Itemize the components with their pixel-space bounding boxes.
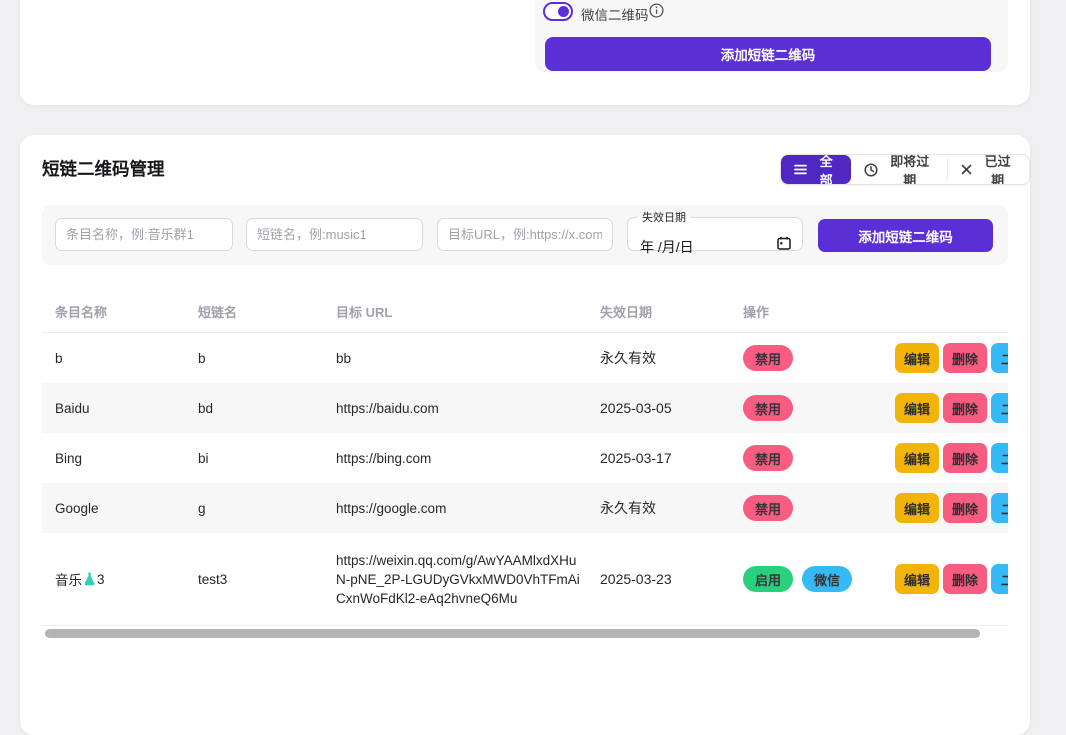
table-row: Bing bi https://bing.com 2025-03-17 禁用 编… [42,433,1008,483]
x-icon [961,164,972,175]
wechat-qrcode-toggle-label: 微信二维码 [581,4,649,24]
edit-button[interactable]: 编辑 [895,564,939,594]
status-disabled-badge[interactable]: 禁用 [743,395,793,421]
delete-button[interactable]: 删除 [943,443,987,473]
expiry-filter-group: 全部 即将过期 已过期 [780,154,1030,185]
qrcode-button[interactable]: 二维码 [991,443,1008,473]
shortlink-table: 条目名称 短链名 目标 URL 失效日期 操作 b b bb 永久有效 禁用 编… [42,290,1008,630]
table-row: 音乐 3 test3 https://weixin.qq.com/g/AwYAA… [42,533,1008,626]
target-url: bb [336,349,600,368]
shortlink-name: test3 [198,572,336,587]
target-url: https://bing.com [336,449,600,468]
shortlink-name: b [198,351,336,366]
filter-upcoming-button[interactable]: 即将过期 [851,155,947,184]
entry-name-input[interactable] [55,218,233,251]
expire-date: 永久有效 [600,498,743,518]
shortlink-name: bd [198,401,336,416]
page-title: 短链二维码管理 [42,156,165,181]
info-icon[interactable] [649,3,664,18]
shortlink-name-input[interactable] [246,218,423,251]
toggle-knob [558,6,569,17]
col-header-expire: 失效日期 [600,302,743,321]
col-header-url: 目标 URL [336,302,600,321]
list-icon [794,164,807,175]
status-enabled-badge[interactable]: 启用 [743,566,793,592]
expiry-date-label: 失效日期 [638,209,690,225]
entry-name: Baidu [55,401,198,416]
wechat-qrcode-card: 微信二维码 添加短链二维码 [20,0,1030,105]
status-disabled-badge[interactable]: 禁用 [743,345,793,371]
entry-name: Bing [55,451,198,466]
expire-date: 2025-03-23 [600,571,743,587]
status-disabled-badge[interactable]: 禁用 [743,445,793,471]
status-disabled-badge[interactable]: 禁用 [743,495,793,521]
expire-date: 2025-03-17 [600,450,743,466]
horizontal-scrollbar[interactable] [45,629,980,638]
add-shortlink-qrcode-button[interactable]: 添加短链二维码 [545,37,991,71]
table-header-row: 条目名称 短链名 目标 URL 失效日期 操作 [42,290,1008,333]
flask-icon [83,572,96,586]
delete-button[interactable]: 删除 [943,564,987,594]
edit-button[interactable]: 编辑 [895,343,939,373]
qrcode-button[interactable]: 二维码 [991,393,1008,423]
filter-upcoming-label: 即将过期 [885,154,934,185]
edit-button[interactable]: 编辑 [895,393,939,423]
delete-button[interactable]: 删除 [943,493,987,523]
target-url: https://google.com [336,499,600,518]
edit-button[interactable]: 编辑 [895,443,939,473]
expire-date: 2025-03-05 [600,400,743,416]
delete-button[interactable]: 删除 [943,343,987,373]
table-row: Baidu bd https://baidu.com 2025-03-05 禁用… [42,383,1008,433]
expiry-date-input[interactable]: 失效日期 年 /月/日 [627,209,803,251]
col-header-name: 条目名称 [55,302,198,321]
expire-date: 永久有效 [600,348,743,368]
delete-button[interactable]: 删除 [943,393,987,423]
add-shortlink-qrcode-button-2[interactable]: 添加短链二维码 [818,219,993,252]
target-url: https://baidu.com [336,399,600,418]
target-url-input[interactable] [437,218,613,251]
wechat-tag-badge: 微信 [802,566,852,592]
edit-button[interactable]: 编辑 [895,493,939,523]
table-row: Google g https://google.com 永久有效 禁用 编辑 删… [42,483,1008,533]
filter-expired-button[interactable]: 已过期 [948,155,1029,184]
entry-name: b [55,351,198,366]
filter-all-label: 全部 [814,154,838,185]
entry-name-text: 音乐 [55,569,82,589]
col-header-slug: 短链名 [198,302,336,321]
shortlink-name: bi [198,451,336,466]
wechat-qrcode-toggle[interactable] [543,2,573,21]
filter-expired-label: 已过期 [979,154,1016,185]
entry-name: 音乐 3 [55,569,198,589]
expiry-date-value: 年 /月/日 [640,237,694,257]
filter-all-button[interactable]: 全部 [781,155,851,184]
qrcode-button[interactable]: 二维码 [991,564,1008,594]
qrcode-button[interactable]: 二维码 [991,493,1008,523]
calendar-icon[interactable] [777,236,791,250]
table-row: b b bb 永久有效 禁用 编辑 删除 二维码 [42,333,1008,383]
target-url: https://weixin.qq.com/g/AwYAAMlxdXHuN-pN… [336,551,600,608]
entry-name: Google [55,501,198,516]
filter-panel: 失效日期 年 /月/日 添加短链二维码 [42,205,1008,265]
col-header-actions: 操作 [743,302,895,321]
qrcode-button[interactable]: 二维码 [991,343,1008,373]
shortlink-manager-card: 短链二维码管理 全部 即将过期 已过期 失效日期 年 /月 [20,135,1030,735]
clock-icon [864,163,878,177]
entry-name-suffix: 3 [97,572,105,587]
shortlink-name: g [198,501,336,516]
